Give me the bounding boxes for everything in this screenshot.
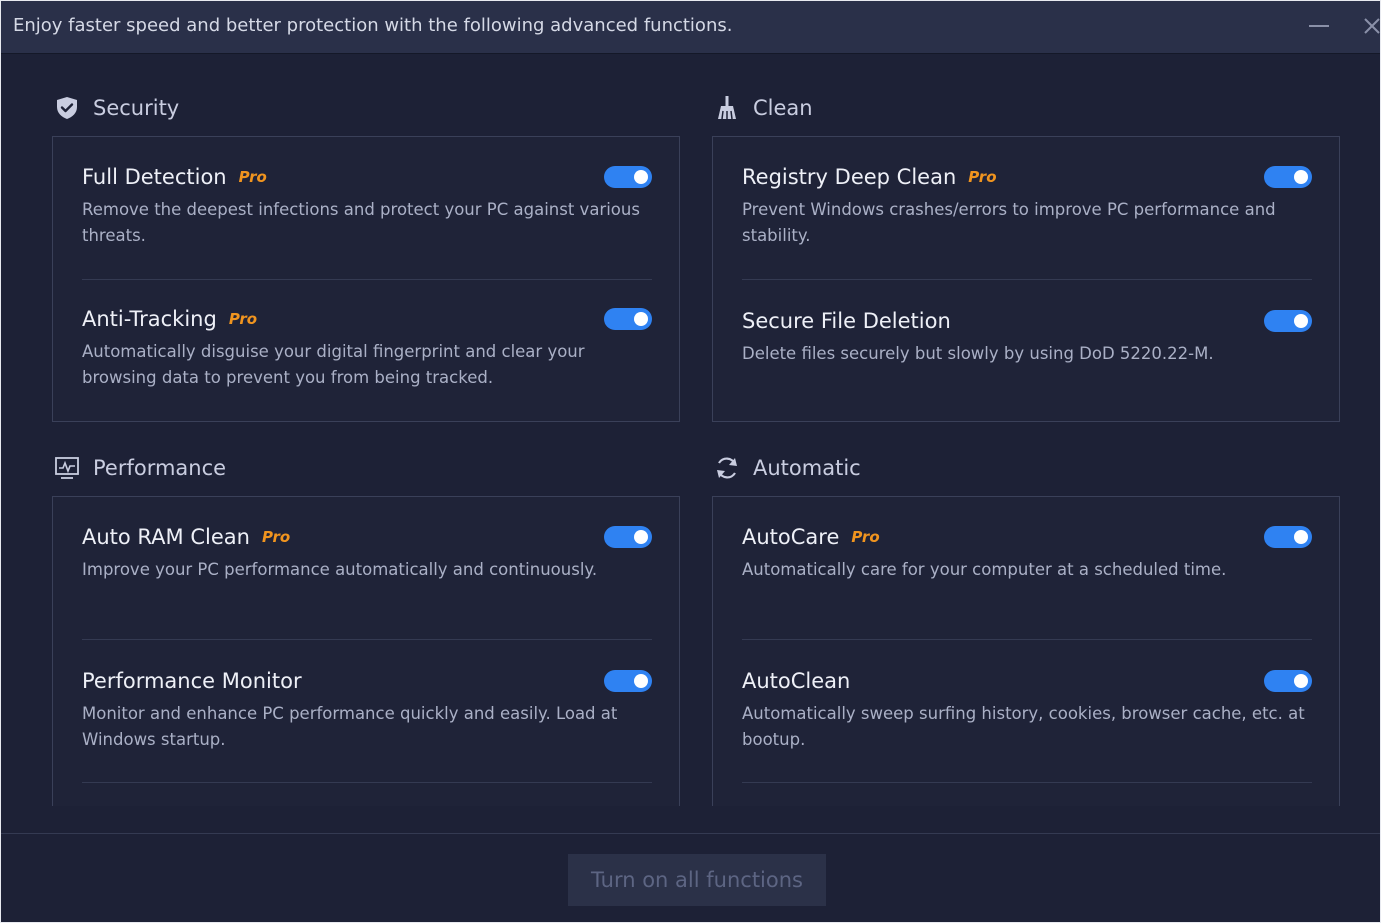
close-button[interactable] — [1355, 9, 1380, 43]
autocare-toggle[interactable] — [1264, 526, 1312, 548]
anti-tracking-toggle[interactable] — [604, 308, 652, 330]
pro-badge: Pro — [261, 528, 291, 546]
feature-description: Monitor and enhance PC performance quick… — [82, 704, 618, 749]
title-bar: Enjoy faster speed and better protection… — [1, 1, 1380, 54]
window-title: Enjoy faster speed and better protection… — [13, 15, 733, 36]
pro-badge: Pro — [238, 168, 267, 186]
secure-file-deletion-toggle[interactable] — [1264, 310, 1312, 332]
feature-description: Automatically disguise your digital fing… — [82, 342, 585, 387]
pro-badge: Pro — [851, 528, 880, 546]
toggle-knob — [634, 674, 648, 688]
shield-icon — [53, 94, 81, 122]
divider — [742, 279, 1312, 280]
pro-badge: Pro — [228, 310, 258, 328]
toggle-knob — [634, 530, 648, 544]
advanced-functions-window: Enjoy faster speed and better protection… — [1, 1, 1380, 922]
section-security-header: Security — [53, 94, 179, 122]
feature-name: AutoCare — [742, 525, 840, 549]
close-icon — [1364, 18, 1380, 34]
feature-description: Automatically care for your computer at … — [742, 560, 1227, 579]
feature-description: Improve your PC performance automaticall… — [82, 560, 598, 579]
feature-description: Delete files securely but slowly by usin… — [742, 344, 1214, 363]
divider — [742, 639, 1312, 640]
divider — [82, 782, 652, 783]
minimize-icon — [1309, 25, 1329, 27]
automatic-panel: AutoCare Pro Automatically care for your… — [712, 496, 1340, 806]
section-clean-header: Clean — [713, 94, 813, 122]
section-automatic-header: Automatic — [713, 454, 861, 482]
full-detection-toggle[interactable] — [604, 166, 652, 188]
toggle-knob — [634, 312, 648, 326]
section-title-automatic: Automatic — [753, 456, 861, 480]
security-panel: Full Detection Pro Remove the deepest in… — [52, 136, 680, 422]
footer: Turn on all functions — [1, 833, 1380, 922]
registry-deep-clean-toggle[interactable] — [1264, 166, 1312, 188]
performance-monitor-toggle[interactable] — [604, 670, 652, 692]
toggle-knob — [1294, 314, 1308, 328]
feature-name: Full Detection — [82, 165, 227, 189]
feature-name: Auto RAM Clean — [82, 525, 250, 549]
section-title-performance: Performance — [93, 456, 227, 480]
auto-ram-clean-toggle[interactable] — [604, 526, 652, 548]
performance-panel: Auto RAM Clean Pro Improve your PC perfo… — [52, 496, 680, 806]
minimize-button[interactable] — [1302, 9, 1336, 43]
section-title-clean: Clean — [753, 96, 813, 120]
feature-description: Automatically sweep surfing history, coo… — [742, 704, 1305, 749]
section-performance-header: Performance — [53, 454, 226, 482]
feature-name: Performance Monitor — [82, 669, 302, 693]
feature-description: Prevent Windows crashes/errors to improv… — [742, 200, 1276, 245]
divider — [82, 639, 652, 640]
toggle-knob — [634, 170, 648, 184]
pro-badge: Pro — [968, 168, 997, 186]
toggle-knob — [1294, 170, 1308, 184]
feature-name: Anti-Tracking — [82, 307, 217, 331]
feature-name: AutoClean — [742, 669, 851, 693]
section-title-security: Security — [93, 96, 180, 120]
toggle-knob — [1294, 530, 1308, 544]
refresh-icon — [713, 454, 741, 482]
monitor-chart-icon — [53, 454, 81, 482]
autoclean-toggle[interactable] — [1264, 670, 1312, 692]
divider — [742, 782, 1312, 783]
turn-on-all-functions-button[interactable]: Turn on all functions — [568, 854, 826, 906]
broom-icon — [713, 94, 741, 122]
feature-description: Remove the deepest infections and protec… — [82, 200, 640, 245]
divider — [82, 279, 652, 280]
clean-panel: Registry Deep Clean Pro Prevent Windows … — [712, 136, 1340, 422]
feature-name: Secure File Deletion — [742, 309, 951, 333]
feature-name: Registry Deep Clean — [742, 165, 957, 189]
toggle-knob — [1294, 674, 1308, 688]
